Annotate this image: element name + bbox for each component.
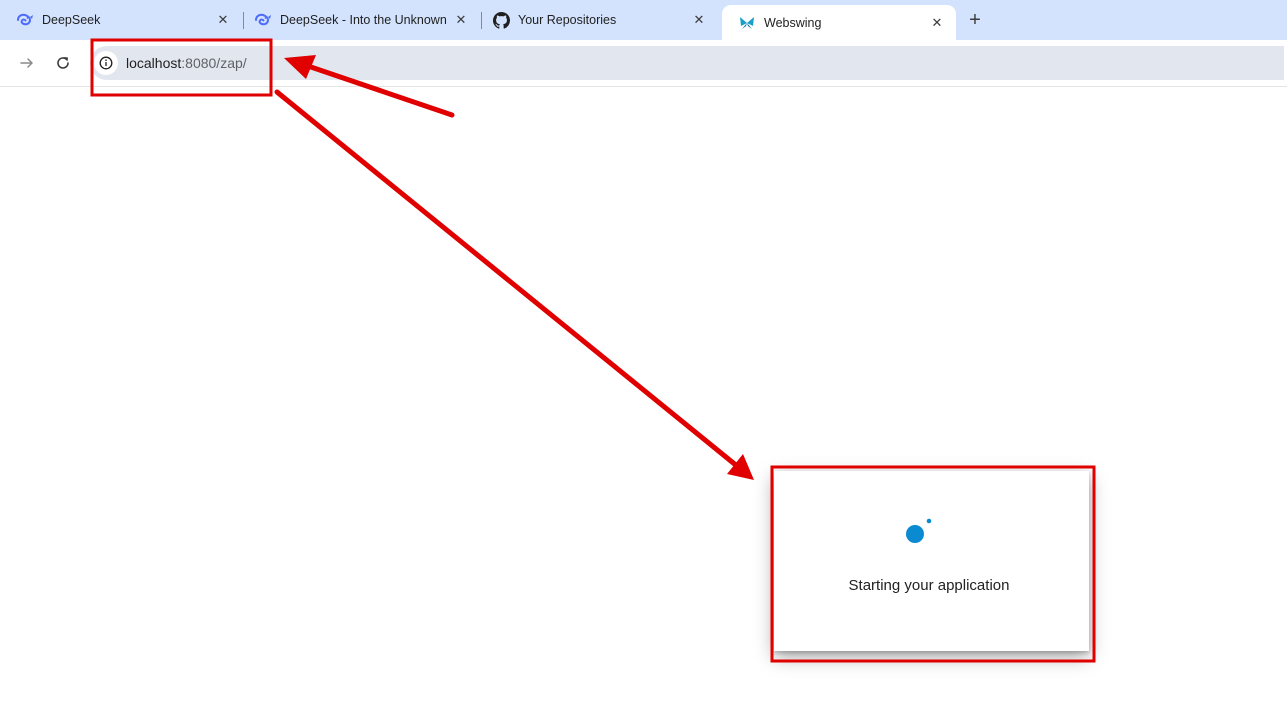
close-icon[interactable]: ✕ [928,14,946,32]
tab-deepseek-into-the-unknown[interactable]: DeepSeek - Into the Unknown ✕ [238,0,480,40]
arrow-right-icon [20,58,33,68]
reload-icon [57,57,69,69]
new-tab-button[interactable]: + [963,8,987,32]
tab-webswing[interactable]: Webswing ✕ [722,5,956,40]
loading-spinner-icon [906,518,932,543]
plus-icon: + [969,8,981,31]
loading-dialog: Starting your application [774,471,1089,651]
deepseek-whale-icon [16,11,34,29]
address-bar[interactable]: localhost:8080/zap/ [90,46,1284,80]
site-info-button[interactable] [94,51,118,75]
close-icon[interactable]: ✕ [690,11,708,29]
browser-window: DeepSeek ✕ DeepSeek - Into the Unknown ✕ [0,0,1287,726]
loading-message: Starting your application [848,577,1010,594]
tab-strip: DeepSeek ✕ DeepSeek - Into the Unknown ✕ [0,0,1287,40]
close-icon[interactable]: ✕ [214,11,232,29]
github-icon [492,11,510,29]
browser-toolbar: localhost:8080/zap/ [0,40,1287,87]
close-icon[interactable]: ✕ [452,11,470,29]
url-text[interactable]: localhost:8080/zap/ [126,55,247,71]
tab-your-repositories[interactable]: Your Repositories ✕ [476,0,718,40]
tab-title: Your Repositories [518,13,617,27]
url-host: localhost [126,55,182,71]
tab-title: DeepSeek [42,13,101,27]
tab-title: Webswing [764,15,822,30]
tab-deepseek[interactable]: DeepSeek ✕ [0,0,242,40]
webswing-butterfly-icon [738,14,756,32]
forward-button[interactable] [15,51,39,75]
page-content: Starting your application [0,87,1287,726]
reload-button[interactable] [51,51,75,75]
tab-title: DeepSeek - Into the Unknown [280,13,447,27]
info-icon [99,56,113,70]
deepseek-whale-icon [254,11,272,29]
url-path: :8080/zap/ [181,55,247,71]
